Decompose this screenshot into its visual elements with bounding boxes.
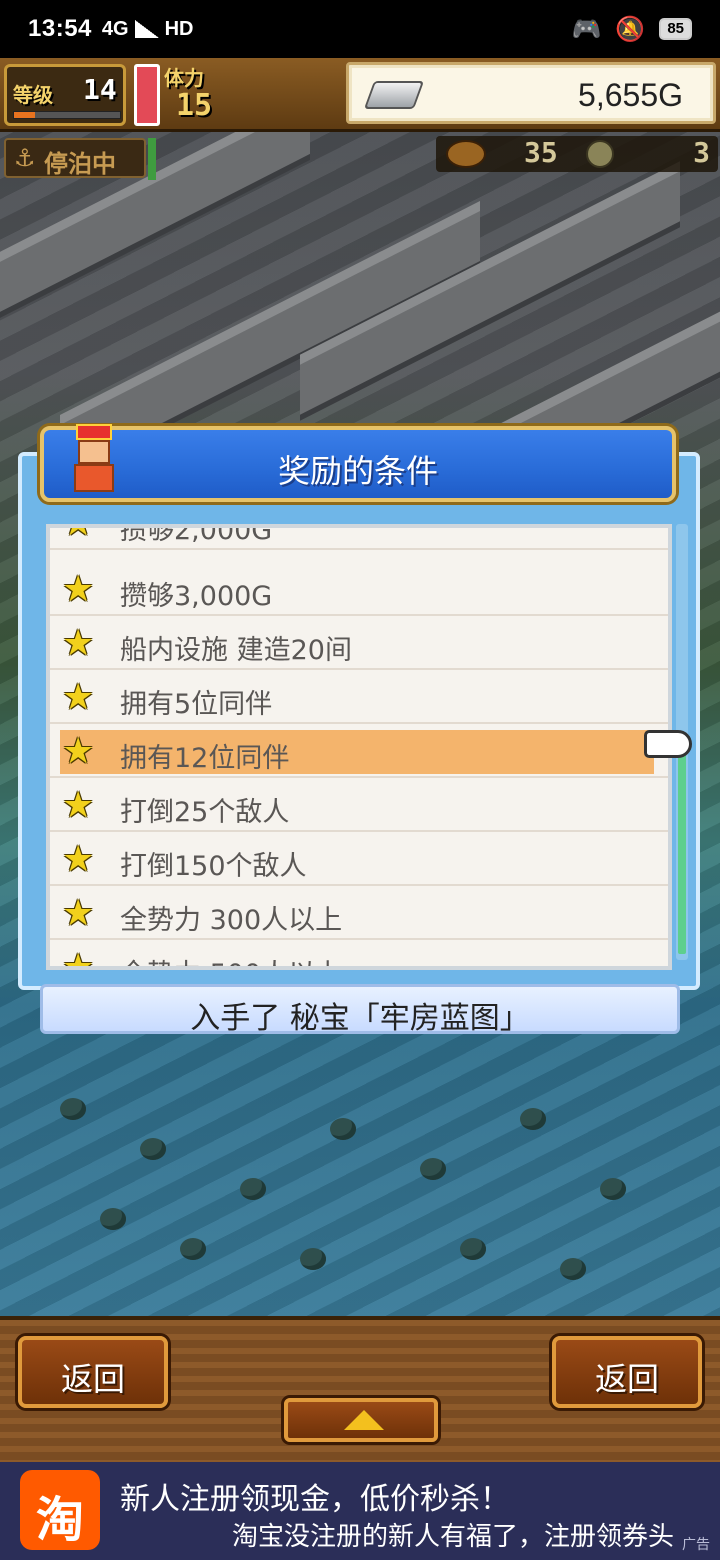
stamina-label: 体力 bbox=[164, 66, 204, 90]
list-item[interactable]: ★ 打倒25个敌人 bbox=[50, 780, 668, 832]
ad-headline: 新人注册领现金，低价秒杀！ bbox=[120, 1482, 510, 1517]
back-button-left[interactable]: 返回 bbox=[18, 1336, 168, 1408]
mute-bell-icon: 🔕 bbox=[615, 15, 646, 43]
back-button-label: 返回 bbox=[594, 1360, 659, 1398]
dock-indicator bbox=[148, 138, 156, 180]
sea-rock bbox=[330, 1118, 356, 1140]
condition-label: 拥有5位同伴 bbox=[120, 689, 273, 720]
reward-text: 入手了 秘宝「牢房蓝图」 bbox=[190, 1001, 530, 1036]
list-item[interactable]: ★ 攒够2,000G bbox=[50, 524, 668, 550]
sea-rock bbox=[300, 1248, 326, 1270]
sea-rock bbox=[60, 1098, 86, 1120]
star-icon: ★ bbox=[62, 947, 95, 970]
network-indicator: 4G HD bbox=[102, 18, 194, 41]
list-item[interactable]: ★ 船内设施 建造20间 bbox=[50, 618, 668, 670]
list-item[interactable]: ★ 全势力 300人以上 bbox=[50, 888, 668, 940]
signal-icon bbox=[134, 20, 159, 38]
resource-2-value: 3 bbox=[693, 136, 710, 169]
logo-text: 淘 bbox=[35, 1492, 84, 1548]
sea-rock bbox=[560, 1258, 586, 1280]
list-item[interactable]: ★ 攒够3,000G bbox=[50, 564, 668, 616]
condition-label: 拥有12位同伴 bbox=[120, 743, 290, 774]
condition-label: 攒够3,000G bbox=[120, 581, 273, 612]
silver-ingot-icon bbox=[363, 81, 425, 109]
star-icon: ★ bbox=[62, 677, 95, 718]
sea-rock bbox=[460, 1238, 486, 1260]
captain-avatar bbox=[72, 424, 116, 494]
ad-subline: 淘宝没注册的新人有福了，注册领券头 bbox=[232, 1522, 675, 1552]
anchor-icon: ⚓ bbox=[14, 144, 36, 172]
star-icon: ★ bbox=[62, 528, 94, 542]
back-button-right[interactable]: 返回 bbox=[552, 1336, 702, 1408]
level-box: 等级 14 bbox=[4, 64, 126, 126]
food-icon bbox=[446, 140, 486, 168]
condition-label: 全势力 300人以上 bbox=[120, 905, 343, 936]
condition-label: 全势力 500人以上 bbox=[120, 952, 342, 966]
scrollbar-thumb[interactable] bbox=[678, 754, 686, 954]
star-icon: ★ bbox=[62, 785, 95, 826]
condition-label: 攒够2,000G bbox=[120, 524, 273, 546]
game-controller-icon: 🎮 bbox=[571, 15, 602, 43]
star-icon: ★ bbox=[62, 569, 95, 610]
sea-rock bbox=[180, 1238, 206, 1260]
pointing-hand-icon bbox=[644, 730, 692, 758]
star-icon: ★ bbox=[62, 623, 95, 664]
sea-rock bbox=[240, 1178, 266, 1200]
ad-tag: 广告 bbox=[682, 1537, 710, 1553]
up-arrow-icon bbox=[344, 1410, 384, 1430]
level-label: 等级 bbox=[13, 83, 53, 107]
condition-label: 船内设施 建造20间 bbox=[120, 635, 352, 666]
resource-bar: 35 3 bbox=[436, 136, 718, 172]
star-icon: ★ bbox=[62, 893, 95, 934]
network-label: 4G bbox=[101, 17, 129, 40]
battery-icon: 85 bbox=[659, 18, 692, 40]
sea-rock bbox=[520, 1108, 546, 1130]
list-item[interactable]: ★ 拥有5位同伴 bbox=[50, 672, 668, 724]
sea-rock bbox=[140, 1138, 166, 1160]
condition-label: 打倒25个敌人 bbox=[120, 797, 290, 828]
dock-status-badge: ⚓ 停泊中 bbox=[4, 138, 146, 178]
dialog-title-bar: 奖励的条件 bbox=[40, 426, 676, 502]
dock-status-text: 停泊中 bbox=[44, 150, 116, 178]
back-button-label: 返回 bbox=[60, 1360, 125, 1398]
list-item[interactable]: ★ 全势力 500人以上 bbox=[50, 942, 668, 970]
hd-label: HD bbox=[164, 17, 194, 40]
reward-bar: 入手了 秘宝「牢房蓝图」 bbox=[40, 984, 680, 1036]
condition-label: 打倒150个敌人 bbox=[120, 851, 307, 882]
resource-1-value: 35 bbox=[524, 136, 558, 169]
dialog-title: 奖励的条件 bbox=[277, 452, 438, 490]
material-icon bbox=[586, 140, 614, 168]
stamina-bar bbox=[134, 64, 160, 126]
gold-panel: 5,655G bbox=[346, 62, 716, 124]
level-value: 14 bbox=[83, 73, 117, 106]
sea-rock bbox=[100, 1208, 126, 1230]
star-icon: ★ bbox=[62, 839, 95, 880]
top-hud: 等级 14 体力 15 5,655G bbox=[0, 58, 720, 132]
conditions-list[interactable]: ★ 攒够2,000G ★ 攒够3,000G ★ 船内设施 建造20间 ★ 拥有5… bbox=[46, 524, 672, 970]
stamina-value: 15 bbox=[176, 88, 213, 123]
status-bar: 13:54 4G HD 🎮 🔕 85 bbox=[0, 0, 720, 58]
exp-bar bbox=[13, 111, 121, 119]
list-item[interactable]: ★ 打倒150个敌人 bbox=[50, 834, 668, 886]
gold-amount: 5,655G bbox=[578, 77, 683, 113]
star-icon: ★ bbox=[62, 731, 95, 772]
taobao-logo: 淘 bbox=[20, 1470, 100, 1550]
status-time: 13:54 bbox=[28, 15, 92, 42]
ad-banner[interactable]: 淘 新人注册领现金，低价秒杀！ 淘宝没注册的新人有福了，注册领券头 广告 bbox=[0, 1462, 720, 1560]
sea-rock bbox=[420, 1158, 446, 1180]
scroll-up-button[interactable] bbox=[284, 1398, 438, 1442]
list-item-selected[interactable]: ★ 拥有12位同伴 bbox=[50, 726, 668, 778]
sea-rock bbox=[600, 1178, 626, 1200]
